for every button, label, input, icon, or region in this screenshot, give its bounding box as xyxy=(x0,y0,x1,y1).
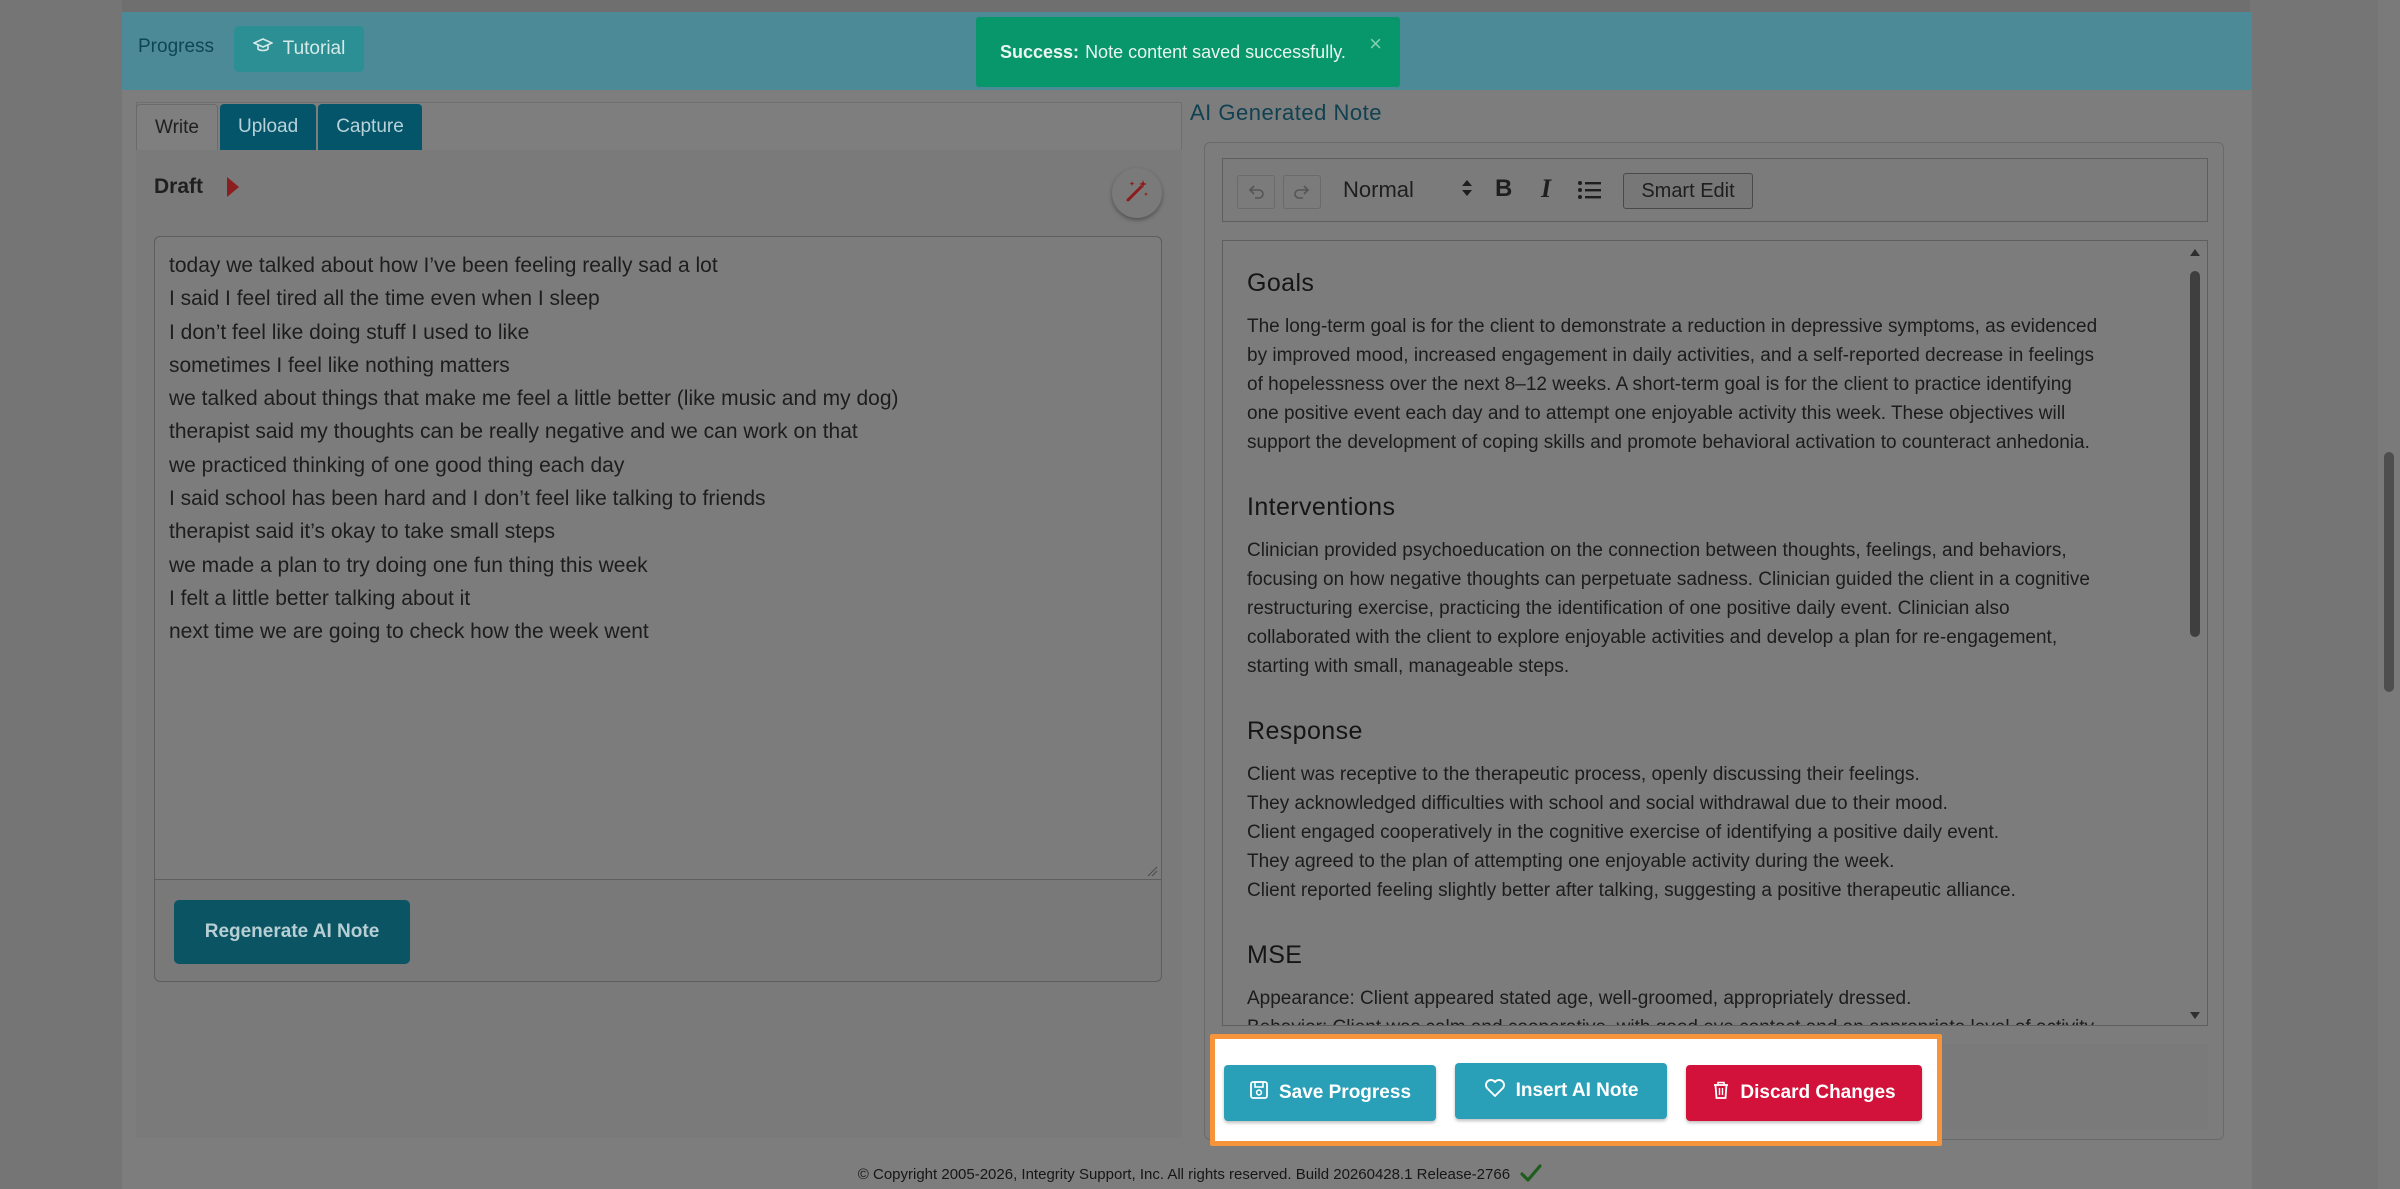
draft-line: next time we are going to check how the … xyxy=(169,620,649,644)
section-line: Behavior: Client was calm and cooperativ… xyxy=(1247,1013,2177,1025)
italic-button[interactable]: I xyxy=(1541,174,1551,204)
section-line: Appearance: Client appeared stated age, … xyxy=(1247,988,1912,1009)
footer: © Copyright 2005-2026, Integrity Support… xyxy=(0,1164,2400,1186)
save-progress-button[interactable]: Save Progress xyxy=(1224,1065,1436,1121)
section-heading: MSE xyxy=(1247,941,1303,969)
bold-button[interactable]: B xyxy=(1495,175,1512,203)
redo-icon[interactable] xyxy=(1283,175,1321,209)
draft-line: I said school has been hard and I don’t … xyxy=(169,487,766,511)
draft-line: I said I feel tired all the time even wh… xyxy=(169,287,600,311)
toast-message: Note content saved successfully. xyxy=(1085,41,1346,62)
section-heading: Response xyxy=(1247,717,1363,745)
section-body: Appearance: Client appeared stated age, … xyxy=(1247,984,2177,1025)
copyright-text: © Copyright 2005-2026, Integrity Support… xyxy=(857,1165,1511,1183)
magic-wand-icon xyxy=(1123,177,1151,210)
draft-line: we talked about things that make me feel… xyxy=(169,387,899,411)
success-toast: Success: Note content saved successfully… xyxy=(976,17,1400,87)
tutorial-label: Tutorial xyxy=(282,38,346,59)
section-line: restructuring exercise, practicing the i… xyxy=(1247,598,2010,619)
insert-ai-note-button[interactable]: Insert AI Note xyxy=(1455,1063,1667,1119)
save-icon xyxy=(1249,1080,1269,1106)
toast-prefix: Success: xyxy=(1000,41,1080,62)
editor-scrollbar[interactable] xyxy=(2189,249,2201,1019)
tab-capture[interactable]: Capture xyxy=(318,104,422,150)
draft-line: we practiced thinking of one good thing … xyxy=(169,453,625,477)
magic-wand-button[interactable] xyxy=(1112,168,1162,218)
draft-line: I don’t feel like doing stuff I used to … xyxy=(169,320,530,344)
ai-note-title: AI Generated Note xyxy=(1190,100,1382,125)
toast-close-icon[interactable]: × xyxy=(1369,31,1382,57)
bullet-list-icon[interactable] xyxy=(1577,179,1603,206)
section-body: Clinician provided psychoeducation on th… xyxy=(1247,536,2177,681)
discard-changes-label: Discard Changes xyxy=(1740,1082,1896,1103)
draft-line: today we talked about how I’ve been feel… xyxy=(169,254,718,277)
section-body: The long-term goal is for the client to … xyxy=(1247,312,2177,457)
section-line: focusing on how negative thoughts can pe… xyxy=(1247,569,2090,590)
caret-right-icon[interactable] xyxy=(227,177,239,197)
format-select[interactable]: Normal xyxy=(1343,177,1414,203)
draft-line: we made a plan to try doing one fun thin… xyxy=(169,553,648,577)
section-line: They agreed to the plan of attempting on… xyxy=(1247,851,1895,872)
ai-note-editor[interactable]: Goals The long-term goal is for the clien… xyxy=(1222,240,2208,1026)
regenerate-ai-note-button[interactable]: Regenerate AI Note xyxy=(174,900,410,964)
section-body: Client was receptive to the therapeutic … xyxy=(1247,760,2177,905)
top-bar: Progress Tutorial Success: Note content … xyxy=(122,12,2252,90)
editor-scrollbar-thumb[interactable] xyxy=(2190,271,2200,637)
discard-changes-button[interactable]: Discard Changes xyxy=(1686,1065,1922,1121)
save-progress-label: Save Progress xyxy=(1278,1082,1412,1103)
section-line: collaborated with the client to explore … xyxy=(1247,627,2058,648)
input-tabs: Write Upload Capture xyxy=(136,104,422,150)
tab-write[interactable]: Write xyxy=(136,104,218,150)
heart-icon xyxy=(1484,1078,1506,1104)
scroll-down-icon[interactable] xyxy=(2190,1012,2200,1019)
trash-icon xyxy=(1712,1080,1730,1106)
section-line: one positive event each day and to attem… xyxy=(1247,403,2066,424)
page-scrollbar-thumb[interactable] xyxy=(2384,452,2394,692)
editor-toolbar: Normal B I Smart Edit xyxy=(1222,158,2208,222)
scroll-up-icon[interactable] xyxy=(2190,249,2200,256)
section-line: Clinician provided psychoeducation on th… xyxy=(1247,540,2067,561)
section-heading: Interventions xyxy=(1247,493,1396,521)
tab-upload[interactable]: Upload xyxy=(219,104,317,150)
progress-link[interactable]: Progress xyxy=(138,36,214,58)
section-line: Client was receptive to the therapeutic … xyxy=(1247,764,1920,785)
undo-icon[interactable] xyxy=(1237,175,1275,209)
smart-edit-button[interactable]: Smart Edit xyxy=(1623,173,1753,209)
sort-arrows-icon[interactable] xyxy=(1461,177,1473,204)
page-scrollbar[interactable] xyxy=(2378,0,2400,1189)
section-line: by improved mood, increased engagement i… xyxy=(1247,345,2095,366)
section-line: They acknowledged difficulties with scho… xyxy=(1247,793,1948,814)
editor-content[interactable]: Goals The long-term goal is for the clien… xyxy=(1247,269,2177,1025)
draft-line: therapist said it’s okay to take small s… xyxy=(169,520,555,544)
section-heading: Goals xyxy=(1247,269,1315,297)
section-line: support the development of coping skills… xyxy=(1247,432,2090,453)
tutorial-button[interactable]: Tutorial xyxy=(234,26,364,72)
page-margin-left xyxy=(0,0,122,1189)
draft-label: Draft xyxy=(154,175,204,198)
section-line: The long-term goal is for the client to … xyxy=(1247,316,2098,337)
resize-grip-icon[interactable] xyxy=(1146,864,1158,877)
checkmark-icon xyxy=(1520,1164,1542,1186)
insert-ai-note-label: Insert AI Note xyxy=(1515,1080,1639,1101)
section-line: starting with small, manageable steps. xyxy=(1247,656,1570,677)
draft-line: I felt a little better talking about it xyxy=(169,586,471,610)
section-line: of hopelessness over the next 8–12 weeks… xyxy=(1247,374,2072,395)
draft-textarea[interactable]: today we talked about how I’ve been feel… xyxy=(154,236,1162,880)
section-line: Client reported feeling slightly better … xyxy=(1247,880,2016,901)
draft-line: sometimes I feel like nothing matters xyxy=(169,353,510,377)
graduation-cap-icon xyxy=(251,37,274,61)
section-line: Client engaged cooperatively in the cogn… xyxy=(1247,822,2000,843)
draft-line: therapist said my thoughts can be really… xyxy=(169,420,858,444)
